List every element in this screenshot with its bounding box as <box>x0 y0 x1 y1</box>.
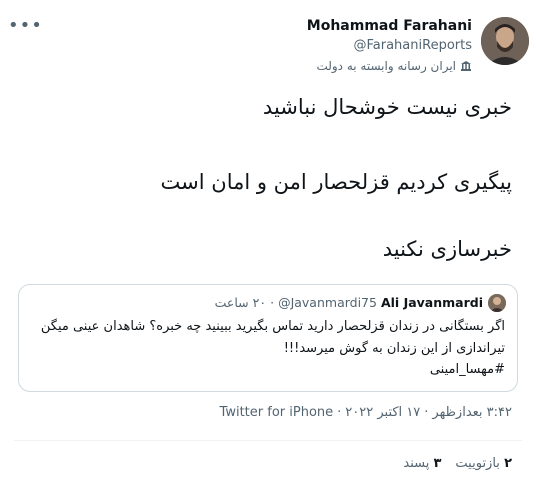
likes-stat[interactable]: ۳ پسند <box>403 456 441 471</box>
author-display-name[interactable]: Mohammad Farahani <box>307 18 472 34</box>
tweet-text-line: پیگیری کردیم قزلحصار امن و امان است <box>160 170 512 194</box>
quoted-author-avatar <box>488 294 506 312</box>
state-affiliated-label-text: ایران رسانه وابسته به دولت <box>316 59 456 73</box>
likes-count: ۳ <box>433 456 442 471</box>
tweet-metadata: ۳:۴۲ بعدازظهر · ۱۷ اکتبر ۲۰۲۲ · Twitter … <box>220 405 512 420</box>
quoted-tweet-text-line: تیراندازی از این زندان به گوش میرسد!!! <box>283 341 505 356</box>
retweets-label: بازتوییت <box>455 456 500 471</box>
author-handle[interactable]: @FarahaniReports <box>354 38 473 53</box>
more-options-icon[interactable]: ••• <box>8 14 42 38</box>
separator-dot: · <box>337 405 342 420</box>
tweet-time[interactable]: ۳:۴۲ بعدازظهر <box>432 405 512 420</box>
separator-dot: · <box>270 295 275 310</box>
quoted-tweet-text-line: اگر بستگانی در زندان قزلحصار دارید تماس … <box>40 319 505 334</box>
tweet-date[interactable]: ۱۷ اکتبر ۲۰۲۲ <box>345 405 420 420</box>
tweet-text-line: خبری نیست خوشحال نباشید <box>262 95 512 119</box>
quoted-tweet-header: Ali Javanmardi @Javanmardi75 · ۲۰ ساعت <box>215 295 483 310</box>
tweet-text-line: خبرسازی نکنید <box>382 237 512 261</box>
retweets-count: ۲ <box>504 456 512 471</box>
divider <box>14 440 522 441</box>
separator-dot: · <box>424 405 429 420</box>
government-affiliated-icon <box>461 61 471 71</box>
author-avatar[interactable] <box>481 17 529 65</box>
quoted-tweet-time: ۲۰ ساعت <box>214 295 267 310</box>
tweet-client: Twitter for iPhone <box>219 405 334 420</box>
quoted-tweet-card[interactable]: Ali Javanmardi @Javanmardi75 · ۲۰ ساعت ا… <box>18 284 518 392</box>
state-affiliated-label[interactable]: ایران رسانه وابسته به دولت <box>316 59 472 73</box>
likes-label: پسند <box>403 456 430 471</box>
quoted-author-handle: @Javanmardi75 <box>278 295 377 310</box>
retweets-stat[interactable]: ۲ بازتوییت <box>455 456 512 471</box>
quoted-tweet-hashtag[interactable]: #مهسا_امینی <box>29 360 505 380</box>
tweet-stats: ۲ بازتوییت ۳ پسند <box>403 456 512 471</box>
quoted-author-name: Ali Javanmardi <box>380 295 483 310</box>
